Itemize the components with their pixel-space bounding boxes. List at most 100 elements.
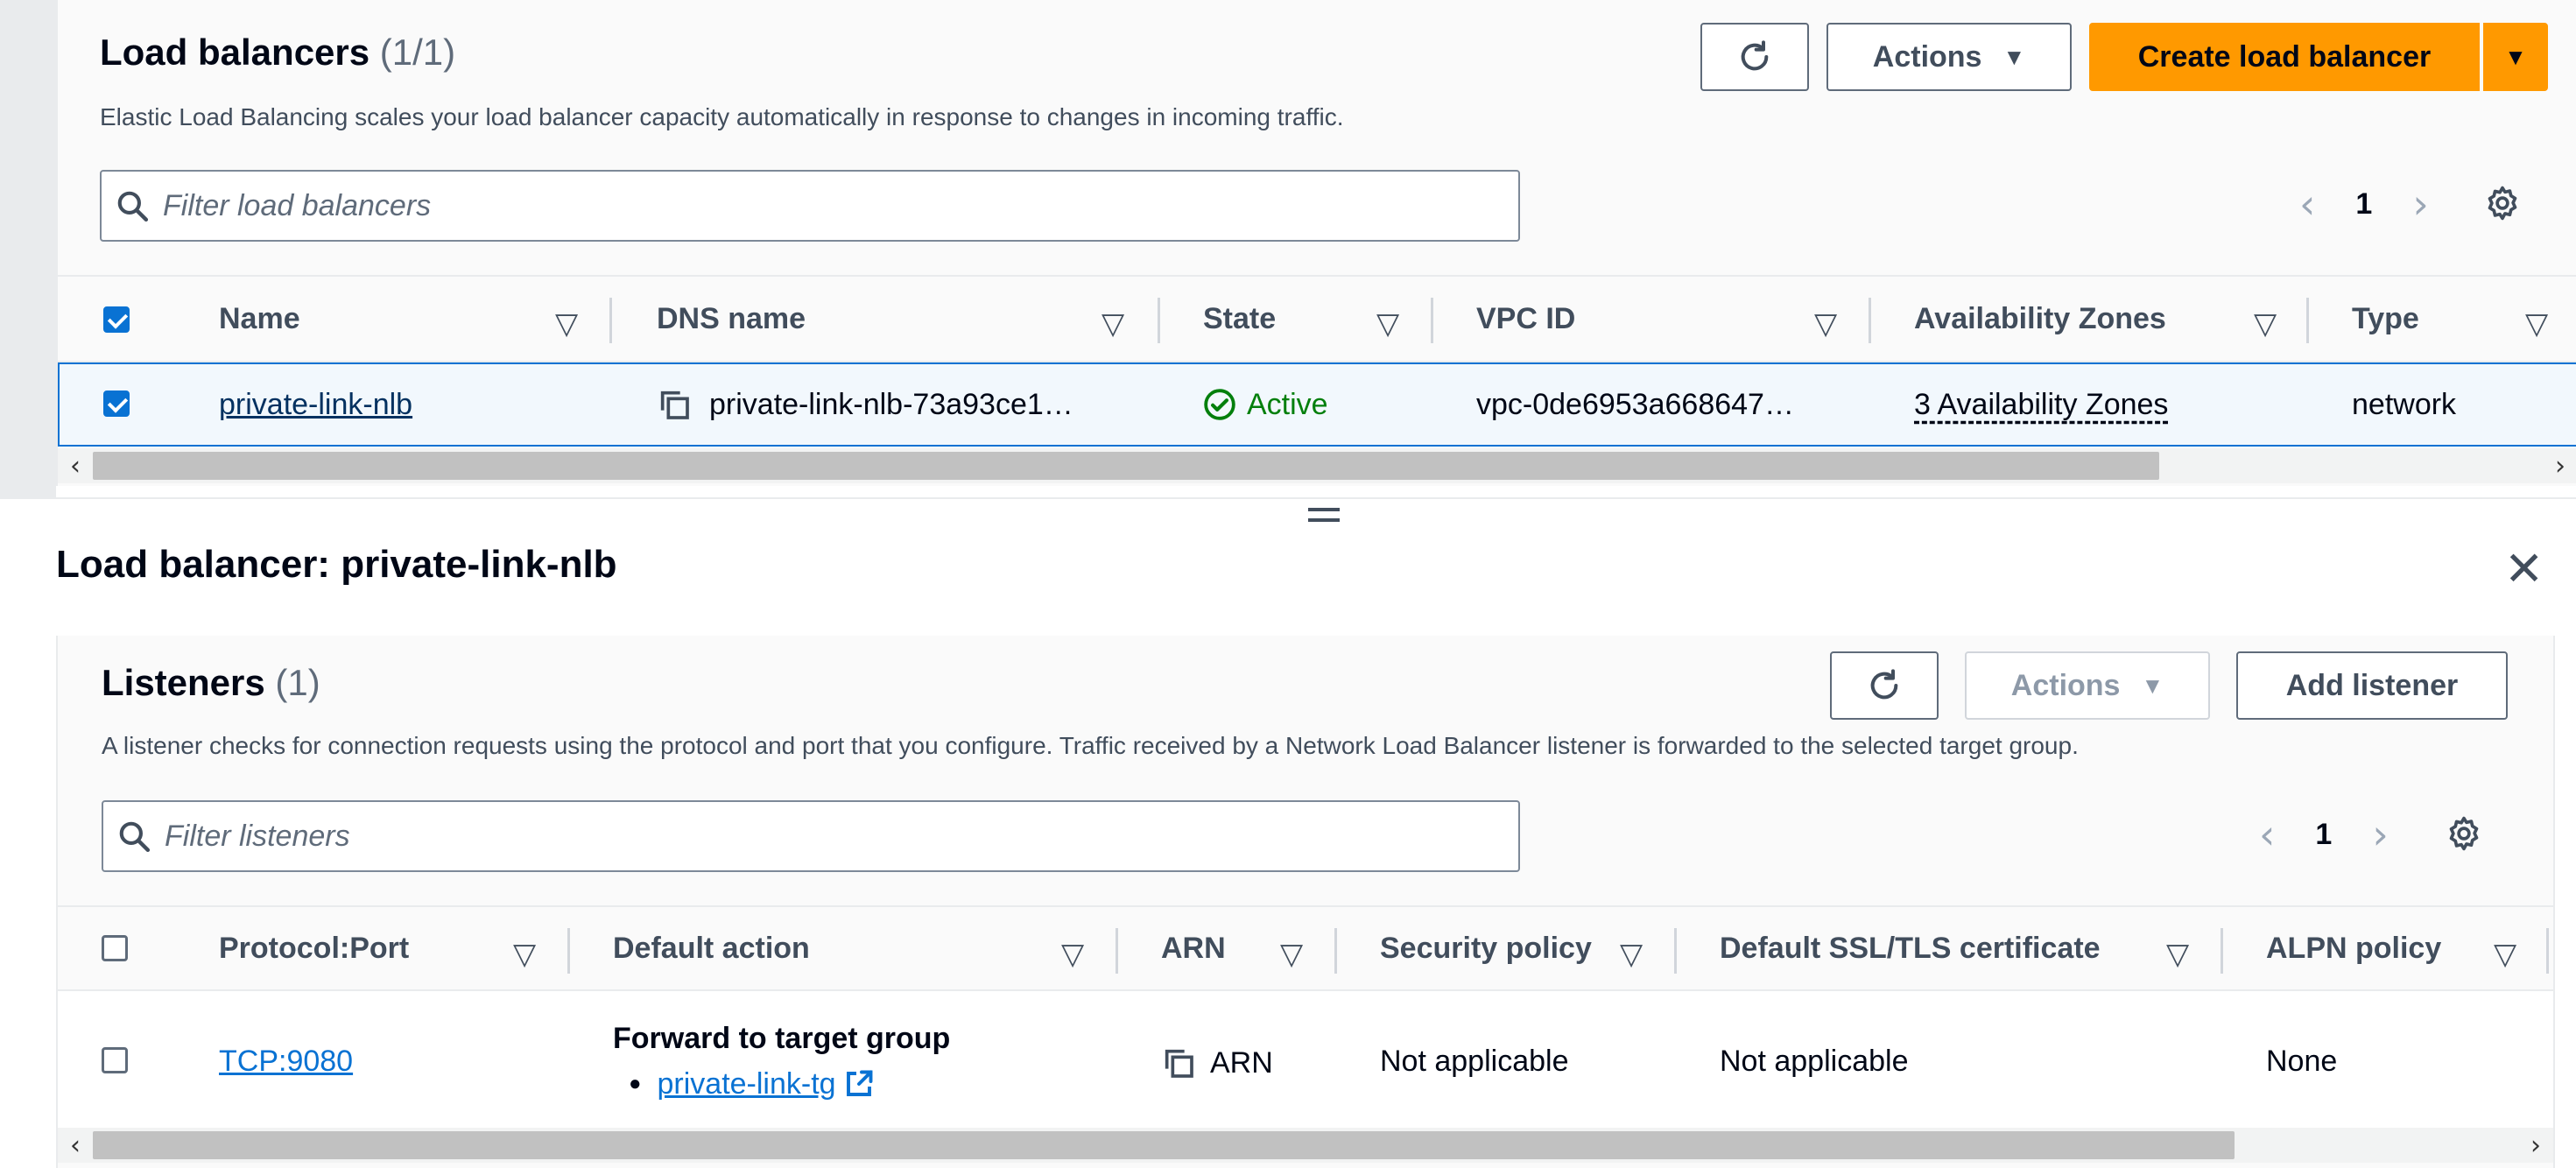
filter-listeners-input[interactable] xyxy=(165,819,1368,854)
column-ssl-certificate[interactable]: Default SSL/TLS certificate xyxy=(1720,907,2101,989)
preferences-gear-icon[interactable] xyxy=(2483,184,2522,227)
column-arn[interactable]: ARN xyxy=(1161,907,1226,989)
scrollbar-thumb[interactable] xyxy=(93,452,2159,480)
current-page[interactable]: 1 xyxy=(2355,187,2372,222)
next-page-icon[interactable]: › xyxy=(2412,180,2428,228)
table-row[interactable]: TCP:9080 Forward to target group ● priva… xyxy=(58,991,2553,1129)
load-balancer-name-link[interactable]: private-link-nlb xyxy=(219,364,412,445)
search-icon xyxy=(102,189,163,222)
column-protocol-port-label: Protocol:Port xyxy=(219,931,410,965)
row-checkbox[interactable] xyxy=(102,1047,128,1073)
scroll-right-icon[interactable]: › xyxy=(2543,448,2576,483)
refresh-button[interactable] xyxy=(1700,23,1809,91)
column-divider[interactable] xyxy=(567,928,570,974)
caret-down-icon: ▼ xyxy=(2141,672,2164,699)
create-options-dropdown[interactable]: ▼ xyxy=(2483,23,2548,91)
previous-page-icon[interactable]: ‹ xyxy=(2299,180,2315,228)
row-checkbox[interactable] xyxy=(103,391,130,417)
create-load-balancer-button[interactable]: Create load balancer xyxy=(2089,23,2480,91)
horizontal-scrollbar[interactable]: ‹ › xyxy=(58,448,2576,483)
sort-icon[interactable]: ▽ xyxy=(1061,937,1084,972)
external-link-icon[interactable] xyxy=(843,1068,875,1100)
sort-icon[interactable]: ▽ xyxy=(1376,306,1399,341)
column-availability-zones[interactable]: Availability Zones xyxy=(1914,277,2166,361)
column-divider[interactable] xyxy=(2221,928,2223,974)
filter-listeners[interactable] xyxy=(102,800,1520,872)
listeners-horizontal-scrollbar[interactable]: ‹ › xyxy=(58,1128,2553,1163)
column-divider[interactable] xyxy=(1431,298,1433,343)
sort-icon[interactable]: ▽ xyxy=(2254,306,2277,341)
type-value: network xyxy=(2352,387,2457,421)
column-divider[interactable] xyxy=(1674,928,1677,974)
column-divider[interactable] xyxy=(1869,298,1871,343)
sort-icon[interactable]: ▽ xyxy=(555,306,578,341)
resize-handle-icon[interactable] xyxy=(1308,508,1340,522)
filter-load-balancers[interactable] xyxy=(100,170,1520,242)
sort-icon[interactable]: ▽ xyxy=(2494,937,2516,972)
caret-down-icon: ▼ xyxy=(2504,43,2527,70)
close-icon[interactable]: ✕ xyxy=(2504,543,2544,595)
refresh-listeners-button[interactable] xyxy=(1830,651,1939,720)
column-protocol-port[interactable]: Protocol:Port xyxy=(219,907,409,989)
copy-icon[interactable] xyxy=(1161,1045,1196,1080)
column-dns-name[interactable]: DNS name xyxy=(657,277,806,361)
left-gutter xyxy=(0,0,56,499)
default-action-label: Forward to target group xyxy=(613,1021,951,1055)
column-name[interactable]: Name xyxy=(219,277,300,361)
state-cell: Active xyxy=(1203,364,1328,445)
sort-icon[interactable]: ▽ xyxy=(2525,306,2548,341)
availability-zones-popover[interactable]: 3 Availability Zones xyxy=(1914,364,2168,445)
column-divider[interactable] xyxy=(1158,298,1160,343)
column-dns-label: DNS name xyxy=(657,301,806,335)
target-group-link[interactable]: private-link-tg xyxy=(658,1067,836,1101)
scroll-right-icon[interactable]: › xyxy=(2518,1128,2553,1163)
scrollbar-thumb[interactable] xyxy=(93,1131,2235,1159)
status-success-icon xyxy=(1203,388,1236,421)
listeners-actions-dropdown[interactable]: Actions ▼ xyxy=(1965,651,2210,720)
column-state[interactable]: State xyxy=(1203,277,1276,361)
split-panel-title: Load balancer: private-link-nlb xyxy=(56,543,617,586)
add-listener-label: Add listener xyxy=(2285,668,2459,702)
column-default-action[interactable]: Default action xyxy=(613,907,810,989)
load-balancers-panel: Load balancers (1/1) Elastic Load Balanc… xyxy=(56,0,2576,486)
column-security-policy[interactable]: Security policy xyxy=(1380,907,1592,989)
table-row[interactable]: private-link-nlb private-link-nlb-73a93c… xyxy=(58,362,2576,447)
sort-icon[interactable]: ▽ xyxy=(1280,937,1303,972)
scroll-left-icon[interactable]: ‹ xyxy=(58,1128,93,1163)
next-page-icon[interactable]: › xyxy=(2372,811,2388,858)
column-ssl-certificate-label: Default SSL/TLS certificate xyxy=(1720,931,2101,965)
dns-name-value: private-link-nlb-73a93ce1… xyxy=(709,387,1073,421)
actions-dropdown[interactable]: Actions ▼ xyxy=(1826,23,2072,91)
column-type-label: Type xyxy=(2352,301,2419,335)
listeners-count: (1) xyxy=(275,662,320,703)
load-balancers-count: (1/1) xyxy=(379,32,456,73)
select-all-checkbox[interactable] xyxy=(102,935,128,961)
column-alpn-policy[interactable]: ALPN policy xyxy=(2266,907,2441,989)
previous-page-icon[interactable]: ‹ xyxy=(2259,811,2275,858)
scroll-left-icon[interactable]: ‹ xyxy=(58,448,93,483)
listeners-description: A listener checks for connection request… xyxy=(102,732,2079,759)
sort-icon[interactable]: ▽ xyxy=(1814,306,1837,341)
protocol-port-link[interactable]: TCP:9080 xyxy=(219,1037,353,1086)
sort-icon[interactable]: ▽ xyxy=(2166,937,2189,972)
current-page[interactable]: 1 xyxy=(2315,818,2332,852)
column-vpc-id[interactable]: VPC ID xyxy=(1476,277,1575,361)
column-security-policy-label: Security policy xyxy=(1380,931,1592,965)
filter-load-balancers-input[interactable] xyxy=(163,188,1368,223)
column-divider[interactable] xyxy=(2546,928,2549,974)
add-listener-button[interactable]: Add listener xyxy=(2236,651,2508,720)
select-all-checkbox[interactable] xyxy=(103,306,130,333)
preferences-gear-icon[interactable] xyxy=(2445,814,2483,857)
alpn-policy-value: None xyxy=(2266,1044,2338,1078)
column-state-label: State xyxy=(1203,301,1277,335)
column-divider[interactable] xyxy=(1116,928,1118,974)
column-divider[interactable] xyxy=(1334,928,1337,974)
column-divider[interactable] xyxy=(609,298,612,343)
column-type[interactable]: Type xyxy=(2352,277,2419,361)
split-panel-divider xyxy=(0,497,2576,499)
copy-icon[interactable] xyxy=(657,387,692,422)
sort-icon[interactable]: ▽ xyxy=(513,937,536,972)
sort-icon[interactable]: ▽ xyxy=(1101,306,1124,341)
sort-icon[interactable]: ▽ xyxy=(1620,937,1643,972)
column-divider[interactable] xyxy=(2306,298,2309,343)
